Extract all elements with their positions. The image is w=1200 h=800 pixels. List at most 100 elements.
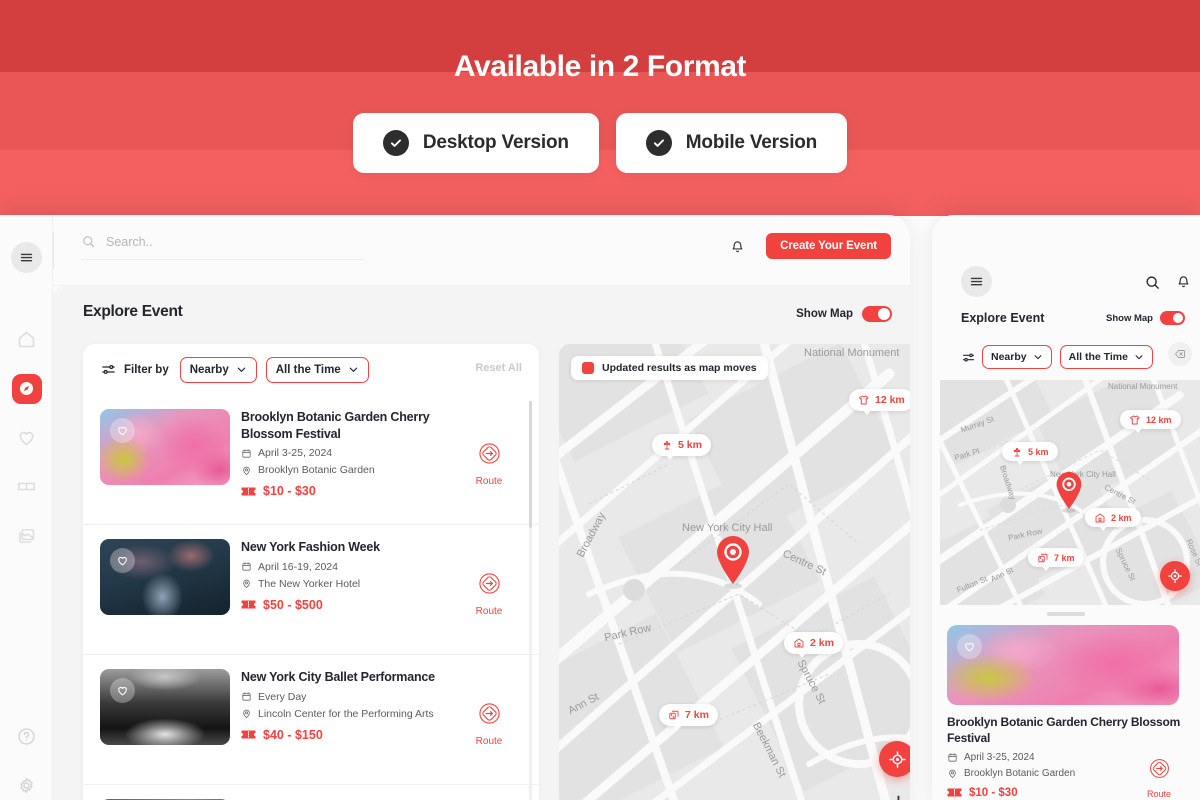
- map-view[interactable]: Updated results as map moves National Mo…: [559, 344, 910, 800]
- crosshair-icon: [888, 750, 906, 768]
- event-thumbnail: [100, 409, 230, 485]
- sidebar: [0, 215, 53, 800]
- mobile-hamburger-icon[interactable]: [961, 266, 992, 297]
- map-chip-value: 5 km: [678, 439, 702, 451]
- sidebar-item-settings[interactable]: [0, 761, 53, 800]
- museum-icon: [794, 638, 804, 648]
- favorite-heart-icon[interactable]: [110, 548, 135, 573]
- mobile-map-chip-garden[interactable]: 5 km: [1002, 442, 1058, 465]
- mobile-version-label: Mobile Version: [685, 132, 818, 153]
- sidebar-item-explore[interactable]: [0, 364, 53, 413]
- mobile-filter-time-dropdown[interactable]: All the Time: [1059, 345, 1153, 369]
- mobile-map-view[interactable]: National Monument Murray St Park Pl Broa…: [940, 380, 1200, 605]
- event-date: April 16-19, 2024: [258, 560, 338, 573]
- route-button[interactable]: Route: [461, 699, 517, 747]
- locate-me-button[interactable]: [879, 741, 910, 777]
- sidebar-item-help[interactable]: [0, 712, 53, 761]
- route-icon: [478, 573, 500, 594]
- route-button[interactable]: Route: [461, 439, 517, 487]
- mobile-event-card[interactable]: Brooklyn Botanic Garden Cherry Blossom F…: [947, 625, 1185, 799]
- event-title: Brooklyn Botanic Garden Cherry Blossom F…: [241, 410, 430, 441]
- mobile-map-chip-games[interactable]: 7 km: [1028, 548, 1084, 571]
- search-input[interactable]: [106, 234, 336, 249]
- event-list[interactable]: Brooklyn Botanic Garden Cherry Blossom F…: [83, 395, 539, 800]
- map-chip-museum[interactable]: 2 km: [784, 632, 843, 658]
- desktop-app-panel: Create Your Event Explore Event Show Map…: [0, 215, 910, 800]
- ticket-icon: [947, 788, 962, 797]
- event-list-item[interactable]: New York Fashion Week April 16-19, 2024 …: [83, 525, 539, 655]
- show-map-toggle[interactable]: [862, 306, 892, 322]
- filter-place-dropdown[interactable]: Nearby: [179, 356, 257, 383]
- mobile-version-button[interactable]: Mobile Version: [615, 113, 848, 173]
- favorite-heart-icon[interactable]: [957, 634, 982, 659]
- reset-all-button[interactable]: Reset All: [475, 362, 522, 374]
- event-title: New York City Ballet Performance: [241, 670, 435, 684]
- hamburger-icon[interactable]: [11, 242, 42, 273]
- bottom-sheet-grabber[interactable]: [1047, 612, 1085, 616]
- topbar: Create Your Event: [53, 215, 910, 286]
- event-date: April 3-25, 2024: [258, 447, 333, 459]
- route-button[interactable]: Route: [461, 569, 517, 617]
- event-price-row: $40 - $150: [241, 728, 450, 742]
- filter-time-dropdown[interactable]: All the Time: [265, 356, 369, 383]
- favorite-heart-icon[interactable]: [110, 418, 135, 443]
- dice-icon: [669, 710, 679, 720]
- crosshair-icon: [1168, 569, 1182, 583]
- sliders-icon: [962, 353, 975, 361]
- ticket-icon: [241, 487, 256, 495]
- mobile-map-chip-value: 12 km: [1146, 414, 1172, 425]
- event-venue-row: Brooklyn Botanic Garden: [241, 464, 450, 476]
- map-chip-games[interactable]: 7 km: [659, 704, 718, 730]
- calendar-icon: [948, 752, 957, 762]
- event-thumbnail: [100, 669, 230, 745]
- flower-icon: [663, 441, 671, 450]
- mobile-event-date: April 3-25, 2024: [964, 751, 1035, 763]
- sidebar-item-home[interactable]: [0, 315, 53, 364]
- gear-icon: [20, 777, 33, 794]
- sidebar-item-tickets[interactable]: [0, 462, 53, 511]
- mobile-filter-place-dropdown[interactable]: Nearby: [982, 345, 1052, 369]
- mobile-clear-filters-button[interactable]: [1168, 342, 1192, 366]
- map-pin-marker[interactable]: [711, 534, 755, 590]
- event-list-item[interactable]: American Museum of Natural History: [83, 785, 539, 800]
- event-date-row: Every Day: [241, 691, 450, 703]
- desktop-version-button[interactable]: Desktop Version: [352, 113, 599, 173]
- map-zoom-in-button[interactable]: +: [891, 789, 906, 800]
- event-thumbnail: [100, 539, 230, 615]
- flower-icon: [1013, 447, 1021, 456]
- heart-icon: [19, 431, 34, 446]
- map-street-label: National Monument: [804, 347, 900, 359]
- mobile-show-map-toggle[interactable]: [1160, 311, 1185, 325]
- mobile-map-chip-value: 7 km: [1054, 552, 1075, 563]
- mobile-map-chip-museum[interactable]: 2 km: [1085, 508, 1141, 531]
- bell-icon: [1178, 276, 1189, 288]
- mobile-route-button[interactable]: Route: [1133, 755, 1185, 799]
- location-pin-icon: [949, 769, 956, 778]
- event-list-item[interactable]: Brooklyn Botanic Garden Cherry Blossom F…: [83, 395, 539, 525]
- map-chip-shopping[interactable]: 12 km: [849, 389, 910, 415]
- mobile-notifications-button[interactable]: [1175, 274, 1192, 296]
- event-list-item[interactable]: New York City Ballet Performance Every D…: [83, 655, 539, 785]
- event-venue: Brooklyn Botanic Garden: [258, 464, 375, 476]
- show-map-control[interactable]: Show Map: [796, 306, 892, 322]
- mobile-search-button[interactable]: [1144, 274, 1161, 296]
- map-street-label: New York City Hall: [682, 522, 773, 534]
- sidebar-item-favorites[interactable]: [0, 413, 53, 462]
- create-event-button[interactable]: Create Your Event: [766, 233, 891, 259]
- route-icon: [1149, 759, 1169, 778]
- favorite-heart-icon[interactable]: [110, 678, 135, 703]
- ticket-icon: [241, 600, 256, 609]
- mobile-show-map-control[interactable]: Show Map: [1106, 311, 1185, 325]
- map-chip-garden[interactable]: 5 km: [652, 434, 711, 460]
- sliders-icon: [102, 364, 115, 375]
- event-list-scrollbar-thumb[interactable]: [529, 401, 532, 528]
- mobile-locate-me-button[interactable]: [1160, 561, 1190, 591]
- location-pin-icon: [243, 466, 250, 475]
- help-circle-icon: [18, 728, 35, 745]
- mobile-map-chip-shopping[interactable]: 12 km: [1120, 410, 1181, 433]
- sidebar-item-gallery[interactable]: [0, 511, 53, 560]
- notifications-button[interactable]: [729, 239, 746, 261]
- shirt-icon: [1130, 415, 1140, 424]
- mobile-map-pin-marker[interactable]: [1052, 470, 1086, 514]
- mobile-event-price: $10 - $30: [969, 786, 1018, 799]
